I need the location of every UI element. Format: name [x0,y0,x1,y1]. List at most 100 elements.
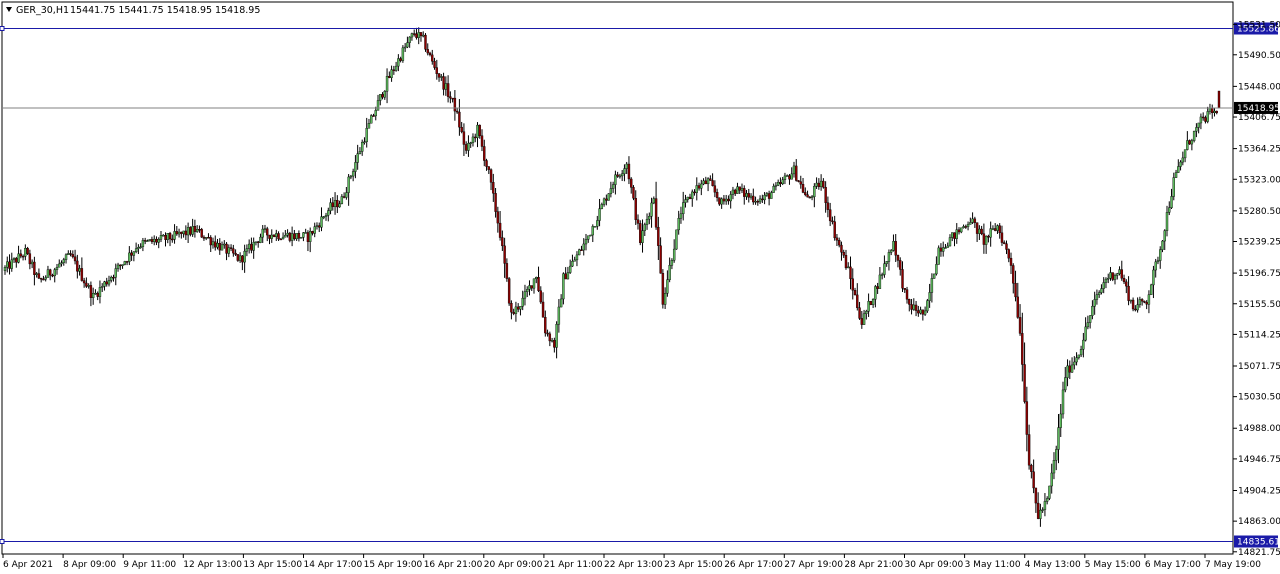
candle-body-bull [1100,288,1103,293]
candle-body-bear [833,221,836,239]
candle-body-bear [853,290,857,296]
candle-body-bull [1082,339,1085,350]
candle-body-bear [171,238,174,241]
candle-body-bull [650,202,653,217]
candle-body-bull [12,258,16,261]
candle-body-bull [367,123,371,129]
candle-body-bull [847,266,850,269]
candle-body-bull [991,228,995,230]
candle-body-bull [575,254,579,261]
candle-body-bear [15,258,18,263]
candle-body-bull [351,171,355,177]
candle-body-bull [1147,294,1151,305]
candle-body-bull [815,182,818,187]
candle-body-bull [729,194,732,202]
candle-body-bull [379,94,382,101]
candle-body-bear [727,198,730,202]
candle-body-bear [419,32,423,37]
candle-body-bear [478,124,481,136]
candle-body-bull [813,186,816,197]
chart-header: GER_30,H1 15441.75 15441.75 15418.95 154… [6,5,260,16]
candle-body-bull [614,174,617,185]
candle-body-bull [10,259,13,269]
candle-body-bull [1190,140,1194,145]
candle-body-bear [453,97,457,112]
x-tick-label: 3 May 11:00 [965,560,1021,570]
candle-body-bull [286,232,289,236]
candle-body-bear [993,228,997,231]
candle-body-bull [166,233,169,240]
candle-body-bear [306,232,310,242]
candle-body-bear [464,144,468,151]
candle-body-bear [462,131,466,145]
candle-body-bull [1206,111,1209,122]
candle-body-bear [184,230,188,236]
candle-body-bull [247,243,251,249]
candle-body-bear [1188,140,1191,145]
candle-body-bull [1129,299,1133,302]
candle-body-bear [426,49,429,54]
candle-body-bull [146,240,149,242]
candle-body-bull [123,261,127,265]
candle-body-bear [1068,365,1071,373]
candle-body-bull [44,277,47,280]
plot-area[interactable] [1,1,1234,555]
candle-body-bull [62,259,65,263]
candle-body-bull [670,260,674,266]
candle-body-bull [365,128,368,142]
candle-body-bear [431,54,434,62]
candle-body-bear [901,269,904,289]
candle-body-bull [103,281,106,287]
candle-body-bull [946,245,949,248]
candle-body-bull [304,232,307,234]
candle-body-bear [1122,278,1126,283]
candle-body-bull [1061,389,1065,415]
candle-body-bear [168,233,172,240]
candle-body-bull [1154,261,1157,271]
y-tick-label: 15531.50 [1238,20,1280,30]
candle-body-bull [195,229,199,232]
candle-body-bull [677,218,680,231]
candle-body-bull [790,173,793,180]
candle-body-bear [856,294,859,308]
candle-body-bull [238,255,242,261]
candle-body-bull [758,198,762,203]
candle-body-bear [788,175,791,180]
candle-body-bear [779,182,782,185]
candle-body-bull [960,227,963,233]
chart-window[interactable]: GER_30,H1 15441.75 15441.75 15418.95 154… [0,0,1280,574]
candle-body-bull [173,231,176,240]
candle-body-bull [1195,127,1198,132]
candle-body-bull [320,216,323,228]
candle-body-bull [295,233,298,240]
candle-body-bull [182,230,185,234]
candlestick-chart[interactable]: GER_30,H1 15441.75 15441.75 15418.95 154… [0,0,1280,574]
candle-body-bull [666,279,669,294]
line-handle[interactable] [0,539,5,544]
candle-body-bull [528,285,531,290]
candle-body-bull [3,267,7,271]
candle-body-bull [989,228,992,238]
candle-body-bull [67,253,70,256]
candle-body-bull [679,213,683,219]
candle-body-bull [1161,240,1164,250]
x-tick-label: 12 Apr 13:00 [183,560,242,570]
candle-body-bear [688,196,692,199]
candle-body-bull [349,175,353,178]
candle-body-bear [657,226,660,246]
candle-body-bear [715,192,719,198]
candle-body-bear [801,184,805,193]
line-handle[interactable] [0,26,5,31]
candle-body-bear [268,234,271,239]
y-tick-label: 15030.50 [1238,393,1280,403]
candle-body-bear [412,33,416,35]
candle-body-bull [749,195,753,198]
candle-body-bull [675,229,678,250]
candle-body-bear [838,240,841,246]
candle-body-bear [277,233,280,240]
price-label: 14835.61 [1237,538,1280,548]
candle-body-bull [1213,110,1216,114]
candle-body-bull [275,233,278,237]
candle-body-bear [494,193,497,212]
candle-body-bear [496,211,500,224]
